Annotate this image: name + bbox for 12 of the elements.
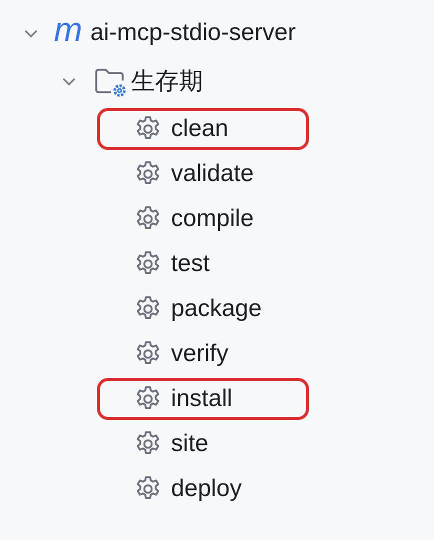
tree-item-label[interactable]: 生存期	[131, 65, 203, 97]
tree-item-label[interactable]: clean	[171, 115, 228, 143]
tree-item-label[interactable]: deploy	[171, 475, 242, 503]
tree-item-label[interactable]: test	[171, 250, 210, 278]
tree-item-label[interactable]: package	[171, 295, 262, 323]
tree-item-label[interactable]: install	[171, 385, 232, 413]
tree-item-label[interactable]: site	[171, 430, 208, 458]
tree-item-label[interactable]: validate	[171, 160, 254, 188]
tree-item-label[interactable]: ai-mcp-stdio-server	[90, 19, 296, 47]
tree-item-label[interactable]: compile	[171, 205, 254, 233]
tree-item-label[interactable]: verify	[171, 340, 228, 368]
module-icon: m	[54, 13, 82, 47]
